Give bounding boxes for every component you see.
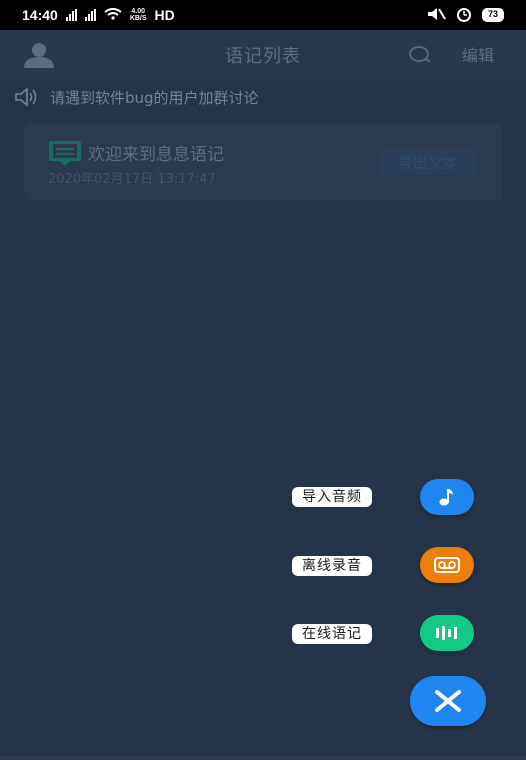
alarm-icon xyxy=(456,6,472,25)
wifi-icon xyxy=(104,7,122,23)
offline-record-button[interactable] xyxy=(420,547,474,583)
app-header: 语记列表 编辑 xyxy=(0,30,526,80)
import-audio-label[interactable]: 导入音频 xyxy=(292,487,372,507)
bottom-tab-bar xyxy=(0,756,526,760)
import-audio-button[interactable] xyxy=(420,479,474,515)
waveform-icon xyxy=(436,626,457,640)
voicemail-icon xyxy=(434,557,460,573)
music-note-icon xyxy=(439,489,453,506)
signal-icon xyxy=(65,9,77,21)
net-speed: 4.00 KB/S xyxy=(130,8,147,22)
close-menu-button[interactable] xyxy=(410,676,486,726)
note-timestamp: 2020年02月17日 13:17:47 xyxy=(48,172,216,187)
page-title: 语记列表 xyxy=(225,46,301,67)
offline-record-label[interactable]: 离线录音 xyxy=(292,556,372,576)
notice-text: 请遇到软件bug的用户加群讨论 xyxy=(50,88,259,107)
online-note-button[interactable] xyxy=(420,615,474,651)
search-icon[interactable] xyxy=(408,44,432,64)
speaker-icon xyxy=(15,87,37,107)
close-icon xyxy=(435,690,461,712)
status-time: 14:40 xyxy=(22,7,58,23)
network-label: HD xyxy=(154,7,175,23)
status-left: 14:40 4.00 KB/S HD xyxy=(22,7,175,23)
note-title: 欢迎来到息息语记 xyxy=(88,145,224,165)
net-speed-value: 4.00 xyxy=(131,8,145,15)
online-note-label[interactable]: 在线语记 xyxy=(292,624,372,644)
status-bar: 14:40 4.00 KB/S HD 73 xyxy=(0,0,526,30)
signal-icon-2 xyxy=(84,9,96,21)
battery-indicator: 73 xyxy=(481,8,504,22)
export-text-button[interactable]: 导出文本 xyxy=(380,149,476,175)
status-right: 73 xyxy=(426,6,504,25)
notice-bar: 请遇到软件bug的用户加群讨论 xyxy=(14,86,259,108)
net-speed-unit: KB/S xyxy=(129,15,147,22)
edit-button[interactable]: 编辑 xyxy=(462,42,494,66)
note-card[interactable]: 欢迎来到息息语记 2020年02月17日 13:17:47 导出文本 xyxy=(24,124,502,200)
note-icon xyxy=(49,141,81,166)
mute-icon xyxy=(426,7,446,24)
